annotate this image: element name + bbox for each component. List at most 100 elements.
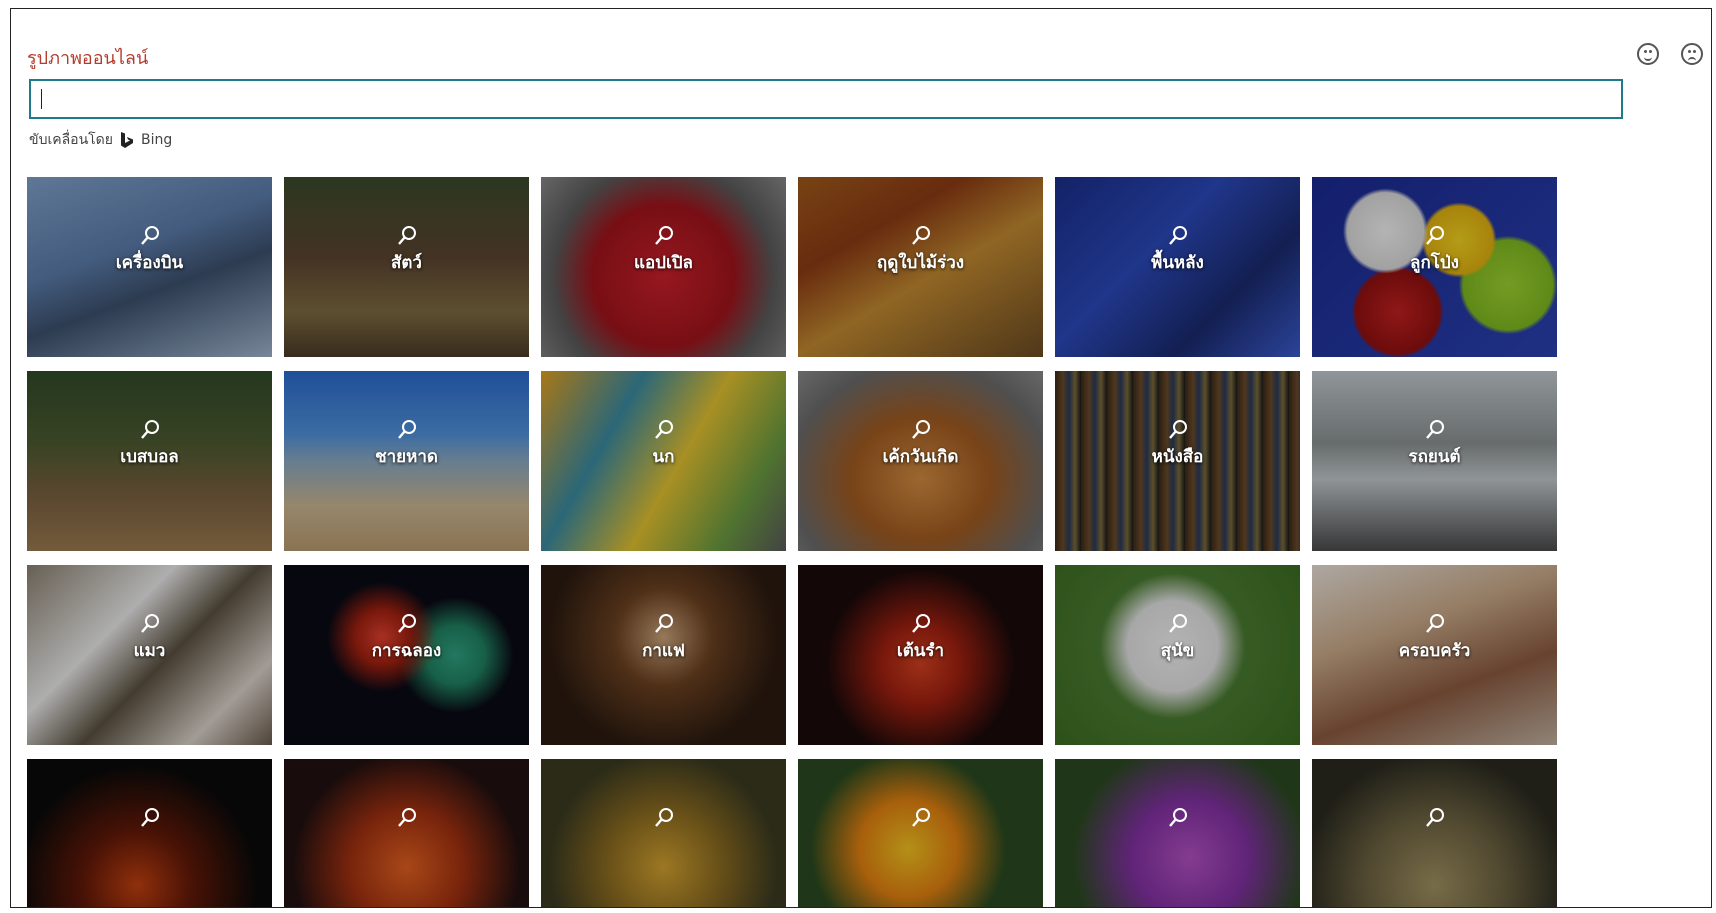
category-tile[interactable] (541, 759, 786, 907)
category-tile[interactable]: รถยนต์ (1312, 371, 1557, 551)
smile-icon[interactable] (1637, 43, 1659, 65)
magnifier-icon (1425, 420, 1444, 439)
category-tile[interactable]: ครอบครัว (1312, 565, 1557, 745)
category-tile[interactable]: เบสบอล (27, 371, 272, 551)
magnifier-icon (1168, 226, 1187, 245)
tile-overlay: หนังสือ (1055, 419, 1300, 470)
magnifier-icon (397, 614, 416, 633)
tile-label: นก (652, 447, 675, 467)
tile-label: ฤดูใบไม้ร่วง (876, 253, 965, 273)
tile-image (1055, 759, 1300, 907)
category-tile[interactable] (1055, 759, 1300, 907)
magnifier-icon (911, 808, 930, 827)
magnifier-icon (1425, 614, 1444, 633)
magnifier-icon (911, 226, 930, 245)
tile-label: พื้นหลัง (1151, 253, 1204, 273)
tile-label: หนังสือ (1151, 447, 1204, 467)
category-tile[interactable]: เต้นรำ (798, 565, 1043, 745)
tile-overlay: การฉลอง (284, 613, 529, 664)
tile-overlay: ฤดูใบไม้ร่วง (798, 225, 1043, 276)
category-tile[interactable]: สัตว์ (284, 177, 529, 357)
tile-overlay (1055, 807, 1300, 831)
tile-overlay: กาแฟ (541, 613, 786, 664)
magnifier-icon (911, 420, 930, 439)
magnifier-icon (397, 808, 416, 827)
magnifier-icon (140, 614, 159, 633)
tile-image (284, 759, 529, 907)
magnifier-icon (654, 614, 673, 633)
powered-by: ขับเคลื่อนโดย Bing (29, 129, 172, 151)
tile-label: ครอบครัว (1398, 641, 1471, 661)
frown-icon[interactable] (1681, 43, 1703, 65)
magnifier-icon (1168, 420, 1187, 439)
magnifier-icon (140, 226, 159, 245)
category-tile[interactable]: ลูกโป่ง (1312, 177, 1557, 357)
category-tile[interactable] (27, 759, 272, 907)
tile-label: สุนัข (1160, 641, 1195, 661)
tile-label: ชายหาด (375, 447, 438, 467)
magnifier-icon (140, 808, 159, 827)
tile-overlay: ลูกโป่ง (1312, 225, 1557, 276)
dialog-title: รูปภาพออนไลน์ (27, 48, 149, 69)
category-tile[interactable]: พื้นหลัง (1055, 177, 1300, 357)
bing-label: Bing (140, 132, 173, 148)
magnifier-icon (397, 420, 416, 439)
tile-overlay (541, 807, 786, 831)
category-tile[interactable] (1312, 759, 1557, 907)
tile-overlay: แมว (27, 613, 272, 664)
tile-overlay: เบสบอล (27, 419, 272, 470)
category-tile[interactable] (798, 759, 1043, 907)
category-tile[interactable]: กาแฟ (541, 565, 786, 745)
tile-label: การฉลอง (371, 641, 442, 661)
tile-label: แมว (133, 641, 166, 661)
magnifier-icon (654, 226, 673, 245)
feedback-icons (1637, 43, 1703, 65)
tile-label: สัตว์ (391, 253, 422, 273)
magnifier-icon (140, 420, 159, 439)
tile-overlay: สุนัข (1055, 613, 1300, 664)
category-tile[interactable]: เครื่องบิน (27, 177, 272, 357)
category-tile[interactable]: ฤดูใบไม้ร่วง (798, 177, 1043, 357)
tile-overlay: เค้กวันเกิด (798, 419, 1043, 470)
category-tile[interactable] (284, 759, 529, 907)
tile-overlay: นก (541, 419, 786, 470)
tile-label: ลูกโป่ง (1410, 253, 1459, 273)
tile-overlay: สัตว์ (284, 225, 529, 276)
magnifier-icon (911, 614, 930, 633)
magnifier-icon (1168, 614, 1187, 633)
category-tile[interactable]: สุนัข (1055, 565, 1300, 745)
category-tile[interactable]: การฉลอง (284, 565, 529, 745)
category-tile[interactable]: นก (541, 371, 786, 551)
tile-image (798, 759, 1043, 907)
magnifier-icon (1168, 808, 1187, 827)
tile-label: เค้กวันเกิด (882, 447, 959, 467)
tile-label: เบสบอล (120, 447, 179, 467)
tile-label: แอปเปิล (634, 253, 693, 273)
tile-label: เครื่องบิน (115, 253, 184, 273)
tile-image (27, 759, 272, 907)
tile-image (541, 759, 786, 907)
tile-overlay: รถยนต์ (1312, 419, 1557, 470)
magnifier-icon (654, 808, 673, 827)
tile-overlay: เต้นรำ (798, 613, 1043, 664)
category-tile[interactable]: แอปเปิล (541, 177, 786, 357)
magnifier-icon (397, 226, 416, 245)
search-input[interactable] (31, 81, 1621, 117)
tile-overlay (27, 807, 272, 831)
tile-overlay: แอปเปิล (541, 225, 786, 276)
tile-overlay (1312, 807, 1557, 831)
online-pictures-dialog: รูปภาพออนไลน์ ขับเคลื่อนโดย Bing เครื่อง… (10, 8, 1712, 908)
tile-overlay: พื้นหลัง (1055, 225, 1300, 276)
category-tile[interactable]: เค้กวันเกิด (798, 371, 1043, 551)
tile-overlay: เครื่องบิน (27, 225, 272, 276)
powered-by-label: ขับเคลื่อนโดย (29, 132, 113, 148)
tile-label: รถยนต์ (1408, 447, 1461, 467)
search-field[interactable] (29, 79, 1623, 119)
tile-label: กาแฟ (642, 641, 685, 661)
tile-overlay (798, 807, 1043, 831)
category-tile[interactable]: แมว (27, 565, 272, 745)
tile-overlay: ครอบครัว (1312, 613, 1557, 664)
category-tile[interactable]: หนังสือ (1055, 371, 1300, 551)
text-caret (41, 89, 42, 109)
category-tile[interactable]: ชายหาด (284, 371, 529, 551)
